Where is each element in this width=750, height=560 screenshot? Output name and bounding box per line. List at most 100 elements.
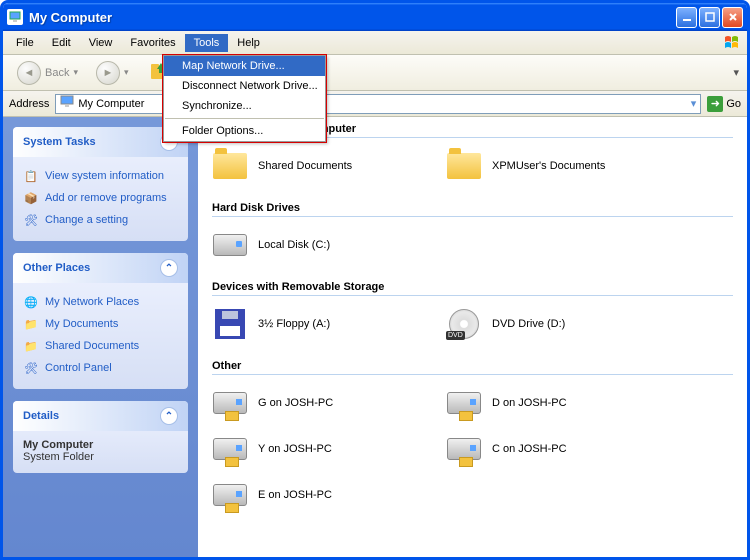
panel-system-tasks: System Tasks ⌃ 📋View system information … xyxy=(13,127,188,241)
menu-map-network-drive[interactable]: Map Network Drive... xyxy=(164,56,325,76)
menu-disconnect-network-drive[interactable]: Disconnect Network Drive... xyxy=(164,76,325,96)
menu-separator xyxy=(165,118,324,119)
forward-icon: ► xyxy=(96,61,120,85)
menu-tools[interactable]: Tools xyxy=(185,34,229,52)
menu-edit[interactable]: Edit xyxy=(43,34,80,52)
menu-view[interactable]: View xyxy=(80,34,122,52)
chevron-down-icon[interactable]: ▾ xyxy=(691,97,697,110)
item-label: Local Disk (C:) xyxy=(258,239,330,251)
menu-folder-options[interactable]: Folder Options... xyxy=(164,121,325,141)
item-shared-documents[interactable]: Shared Documents xyxy=(212,148,422,184)
group-title-removable: Devices with Removable Storage xyxy=(212,281,733,293)
network-drive-icon xyxy=(212,385,248,421)
network-icon: 🌐 xyxy=(23,294,39,310)
item-floppy-a[interactable]: 3½ Floppy (A:) xyxy=(212,306,422,342)
item-label: XPMUser's Documents xyxy=(492,160,605,172)
item-label: G on JOSH-PC xyxy=(258,397,333,409)
group-separator xyxy=(212,216,733,217)
windows-flag-icon xyxy=(723,34,743,52)
titlebar: My Computer xyxy=(3,3,747,31)
link-control-panel[interactable]: 🛠Control Panel xyxy=(23,357,178,379)
item-label: DVD Drive (D:) xyxy=(492,318,565,330)
panel-title: Other Places xyxy=(23,262,90,274)
item-label: E on JOSH-PC xyxy=(258,489,332,501)
address-bar: Address My Computer ▾ ➜ Go xyxy=(3,91,747,117)
group-title-hdd: Hard Disk Drives xyxy=(212,202,733,214)
group-title-files: omputer xyxy=(312,123,733,135)
menu-synchronize[interactable]: Synchronize... xyxy=(164,96,325,116)
toolbar: ◄ Back ▾ ► ▾ ▾ xyxy=(3,55,747,91)
back-icon: ◄ xyxy=(17,61,41,85)
item-user-documents[interactable]: XPMUser's Documents xyxy=(446,148,656,184)
item-label: 3½ Floppy (A:) xyxy=(258,318,330,330)
menubar: File Edit View Favorites Tools Help Map … xyxy=(3,31,747,55)
collapse-icon[interactable]: ⌃ xyxy=(160,259,178,277)
group-separator xyxy=(212,374,733,375)
window-title: My Computer xyxy=(29,10,676,25)
item-label: D on JOSH-PC xyxy=(492,397,567,409)
toolbar-chevron-icon[interactable]: ▾ xyxy=(733,66,739,79)
panel-title: System Tasks xyxy=(23,136,96,148)
link-my-documents[interactable]: 📁My Documents xyxy=(23,313,178,335)
main-view: omputer Shared Documents XPMUser's Docum… xyxy=(198,117,747,557)
panel-title: Details xyxy=(23,410,59,422)
back-label: Back xyxy=(45,67,69,79)
item-label: Y on JOSH-PC xyxy=(258,443,332,455)
folder-icon xyxy=(212,148,248,184)
chevron-down-icon: ▾ xyxy=(124,67,129,78)
sidebar: System Tasks ⌃ 📋View system information … xyxy=(3,117,198,557)
link-view-system-info[interactable]: 📋View system information xyxy=(23,165,178,187)
dvd-icon: DVD xyxy=(446,306,482,342)
address-input[interactable]: My Computer ▾ xyxy=(55,94,701,114)
network-drive-icon xyxy=(446,431,482,467)
go-label: Go xyxy=(726,98,741,110)
go-arrow-icon: ➜ xyxy=(707,96,723,112)
item-local-disk-c[interactable]: Local Disk (C:) xyxy=(212,227,422,263)
link-add-remove-programs[interactable]: 📦Add or remove programs xyxy=(23,187,178,209)
link-change-setting[interactable]: 🛠Change a setting xyxy=(23,209,178,231)
folder-icon: 📁 xyxy=(23,316,39,332)
forward-button[interactable]: ► ▾ xyxy=(90,58,135,88)
content: System Tasks ⌃ 📋View system information … xyxy=(3,117,747,557)
item-label: C on JOSH-PC xyxy=(492,443,567,455)
item-netdrive-e[interactable]: E on JOSH-PC xyxy=(212,477,422,513)
panel-header[interactable]: Details ⌃ xyxy=(13,401,188,431)
window-controls xyxy=(676,7,743,28)
collapse-icon[interactable]: ⌃ xyxy=(160,407,178,425)
link-shared-documents[interactable]: 📁Shared Documents xyxy=(23,335,178,357)
item-netdrive-c[interactable]: C on JOSH-PC xyxy=(446,431,656,467)
menu-file[interactable]: File xyxy=(7,34,43,52)
item-label: Shared Documents xyxy=(258,160,352,172)
menu-favorites[interactable]: Favorites xyxy=(121,34,184,52)
address-value: My Computer xyxy=(78,98,144,110)
my-computer-icon xyxy=(60,95,74,112)
panel-details: Details ⌃ My Computer System Folder xyxy=(13,401,188,473)
panel-header[interactable]: System Tasks ⌃ xyxy=(13,127,188,157)
link-my-network-places[interactable]: 🌐My Network Places xyxy=(23,291,178,313)
panel-header[interactable]: Other Places ⌃ xyxy=(13,253,188,283)
my-computer-icon xyxy=(7,9,23,25)
control-panel-icon: 🛠 xyxy=(23,360,39,376)
item-netdrive-g[interactable]: G on JOSH-PC xyxy=(212,385,422,421)
hdd-icon xyxy=(212,227,248,263)
address-label: Address xyxy=(9,98,49,110)
floppy-icon xyxy=(212,306,248,342)
tools-dropdown: Map Network Drive... Disconnect Network … xyxy=(163,55,326,142)
network-drive-icon xyxy=(446,385,482,421)
back-button[interactable]: ◄ Back ▾ xyxy=(11,58,84,88)
window: My Computer File Edit View Favorites Too… xyxy=(0,0,750,560)
panel-other-places: Other Places ⌃ 🌐My Network Places 📁My Do… xyxy=(13,253,188,389)
item-netdrive-y[interactable]: Y on JOSH-PC xyxy=(212,431,422,467)
close-button[interactable] xyxy=(722,7,743,28)
item-netdrive-d[interactable]: D on JOSH-PC xyxy=(446,385,656,421)
group-title-other: Other xyxy=(212,360,733,372)
settings-icon: 🛠 xyxy=(23,212,39,228)
network-drive-icon xyxy=(212,477,248,513)
maximize-button[interactable] xyxy=(699,7,720,28)
go-button[interactable]: ➜ Go xyxy=(707,96,741,112)
folder-icon xyxy=(446,148,482,184)
menu-help[interactable]: Help xyxy=(228,34,269,52)
network-drive-icon xyxy=(212,431,248,467)
minimize-button[interactable] xyxy=(676,7,697,28)
item-dvd-d[interactable]: DVD DVD Drive (D:) xyxy=(446,306,656,342)
